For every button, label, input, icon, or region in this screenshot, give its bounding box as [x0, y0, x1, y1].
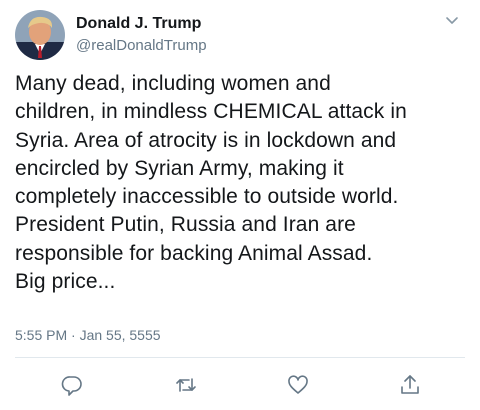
chevron-down-icon[interactable]: [444, 14, 460, 28]
avatar[interactable]: [15, 10, 65, 60]
action-bar: [0, 372, 480, 402]
author-info: Donald J. Trump @realDonaldTrump: [76, 14, 207, 56]
retweet-icon[interactable]: [173, 372, 199, 398]
heart-icon[interactable]: [285, 372, 311, 398]
author-display-name[interactable]: Donald J. Trump: [76, 14, 207, 34]
tweet-text-line: completely inaccessible to outside world…: [15, 185, 399, 209]
tweet-text: Many dead, including women and children,…: [15, 70, 470, 296]
tweet-text-line: responsible for backing Animal Assad.: [15, 241, 373, 265]
tweet-text-line: President Putin, Russia and Iran are: [15, 213, 356, 237]
tweet-text-line: Many dead, including women and: [15, 72, 331, 95]
tweet-timestamp[interactable]: 5:55 PM · Jan 55, 5555: [15, 326, 161, 344]
share-icon[interactable]: [397, 372, 423, 398]
reply-icon[interactable]: [59, 372, 85, 398]
tweet-text-line: Syria. Area of atrocity is in lockdown a…: [15, 128, 397, 152]
tweet-card: Donald J. Trump @realDonaldTrump Many de…: [0, 0, 480, 410]
tweet-text-line: Big price...: [15, 270, 116, 294]
author-handle[interactable]: @realDonaldTrump: [76, 36, 207, 56]
divider: [15, 357, 465, 358]
tweet-text-line: encircled by Syrian Army, making it: [15, 156, 344, 180]
tweet-text-line: children, in mindless CHEMICAL attack in: [15, 100, 407, 124]
